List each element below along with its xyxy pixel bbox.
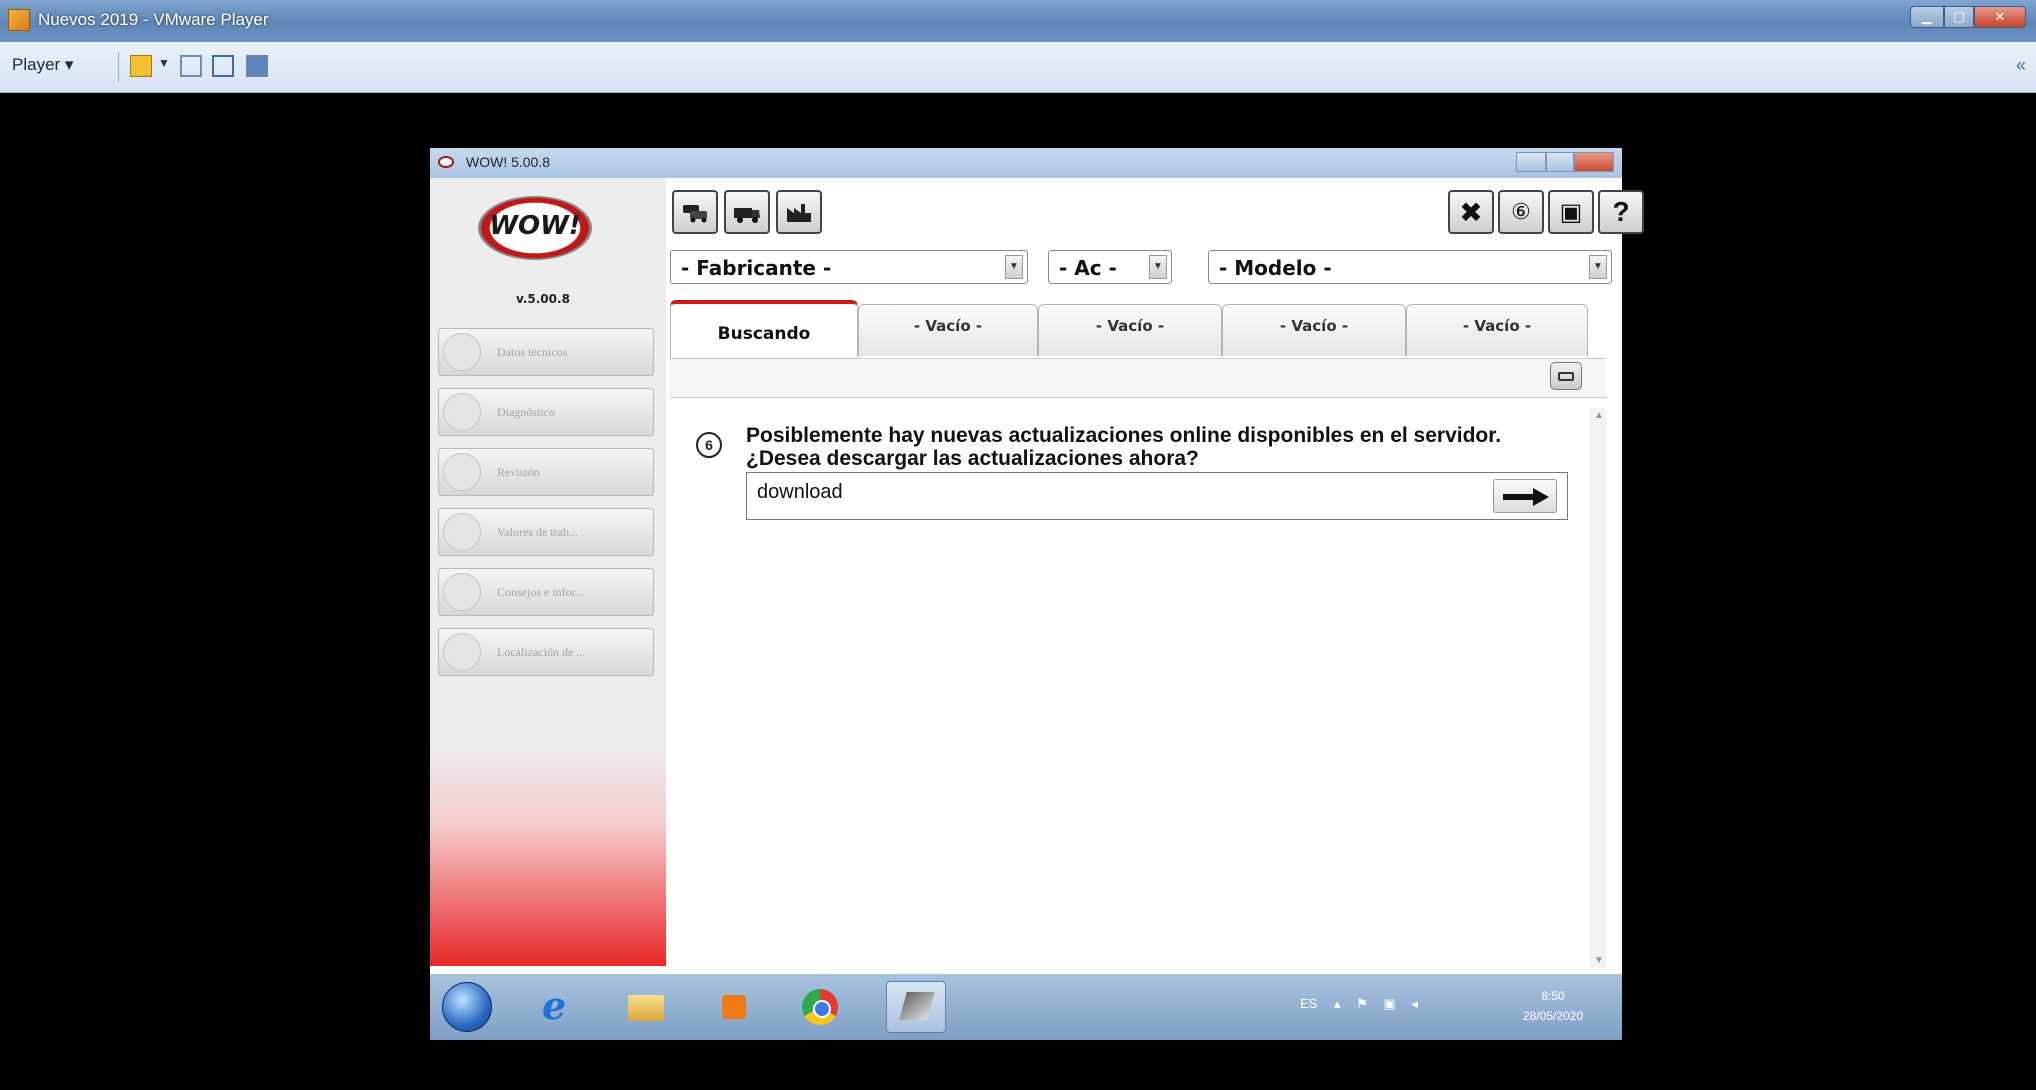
print-button[interactable] xyxy=(1550,362,1582,390)
document-icon xyxy=(443,333,481,371)
locate-icon xyxy=(443,633,481,671)
fabricante-select[interactable]: - Fabricante - ▼ xyxy=(670,250,1028,284)
host-toolbar: Player ▾ ▼ « xyxy=(0,42,2036,93)
nav-valores-de-trabajo[interactable]: Valores de trab... xyxy=(438,508,654,556)
tools-button[interactable]: ✖ xyxy=(1448,190,1494,234)
industry-icon xyxy=(787,204,811,222)
host-window-controls: ▁ ▢ ✕ xyxy=(1910,6,2026,28)
trucks-button[interactable] xyxy=(724,190,770,234)
nav-consejos[interactable]: Consejos e infor... xyxy=(438,568,654,616)
tab-vacio-1[interactable]: - Vacío - xyxy=(858,304,1038,356)
toolbar-divider xyxy=(118,52,119,82)
guest-titlebar: WOW! 5.00.8 xyxy=(430,148,1622,178)
guest-window: WOW! 5.00.8 WOW! v.5.00.8 Datos técnicos… xyxy=(430,148,1644,1040)
nav-revision[interactable]: Revisión xyxy=(438,448,654,496)
clock[interactable]: 8:50 28/05/2020 xyxy=(1510,986,1596,1026)
nav-label: Consejos e infor... xyxy=(497,585,584,599)
media-player-icon[interactable] xyxy=(710,983,758,1031)
industrial-button[interactable] xyxy=(776,190,822,234)
left-panel: WOW! v.5.00.8 Datos técnicos Diagnóstico… xyxy=(430,178,666,966)
clock-time: 8:50 xyxy=(1541,989,1565,1003)
update-button[interactable]: ⑥ xyxy=(1498,190,1544,234)
fabricante-value: - Fabricante - xyxy=(681,256,832,280)
download-arrow-button[interactable] xyxy=(1493,479,1557,513)
chevron-down-icon[interactable]: ▼ xyxy=(1149,255,1167,279)
guest-title: WOW! 5.00.8 xyxy=(466,154,551,170)
wow-small-logo-icon xyxy=(438,156,454,168)
fullscreen-icon[interactable] xyxy=(212,55,234,77)
chevron-down-icon[interactable]: ▼ xyxy=(1589,255,1607,279)
modelo-select[interactable]: - Modelo - ▼ xyxy=(1208,250,1612,284)
results-pane: 6 Posiblemente hay nuevas actualizacione… xyxy=(670,408,1590,968)
nav-label: Datos técnicos xyxy=(497,345,568,359)
guest-minimize-button[interactable] xyxy=(1516,152,1546,172)
scroll-down-icon[interactable]: ▼ xyxy=(1594,955,1604,966)
update-icon: 6 xyxy=(696,432,722,458)
guest-taskbar: e ES ▴ ⚑ ▣ ◂ 8:50 28/05/2020 xyxy=(430,974,1622,1040)
help-button[interactable]: ? xyxy=(1598,190,1644,234)
version-label: v.5.00.8 xyxy=(516,292,570,306)
nav-datos-tecnicos[interactable]: Datos técnicos xyxy=(438,328,654,376)
nav-label: Diagnóstico xyxy=(497,405,555,419)
tab-vacio-2[interactable]: - Vacío - xyxy=(1038,304,1222,356)
nav-localizacion[interactable]: Localización de ... xyxy=(438,628,654,676)
language-indicator[interactable]: ES xyxy=(1300,996,1317,1011)
tab-vacio-3[interactable]: - Vacío - xyxy=(1222,304,1406,356)
maximize-button[interactable]: ▢ xyxy=(1944,6,1974,28)
vmware-icon xyxy=(8,9,30,31)
start-orb-icon[interactable] xyxy=(442,982,492,1032)
search-input[interactable] xyxy=(670,358,1606,398)
chevron-down-icon[interactable]: ▼ xyxy=(1005,255,1023,279)
tab-buscando[interactable]: Buscando xyxy=(670,300,858,358)
nav-label: Revisión xyxy=(497,465,540,479)
help-icon: ? xyxy=(1612,196,1630,227)
download-row[interactable]: download xyxy=(746,472,1568,520)
nav-diagnostico[interactable]: Diagnóstico xyxy=(438,388,654,436)
box-icon: ▣ xyxy=(1559,198,1583,226)
vertical-scrollbar[interactable]: ▲ ▼ xyxy=(1590,408,1606,968)
wrench-icon xyxy=(443,453,481,491)
player-menu[interactable]: Player ▾ xyxy=(12,55,73,75)
tab-vacio-4[interactable]: - Vacío - xyxy=(1406,304,1588,356)
chevron-down-icon[interactable]: ▼ xyxy=(158,56,170,70)
wow-app-icon[interactable] xyxy=(886,981,946,1033)
cars-button[interactable] xyxy=(672,190,718,234)
diagnostic-icon xyxy=(443,393,481,431)
update-icon: ⑥ xyxy=(1511,199,1531,224)
internet-explorer-icon[interactable]: e xyxy=(534,983,582,1031)
collapse-icon[interactable]: « xyxy=(2016,55,2026,76)
cars-icon xyxy=(683,205,707,223)
minimize-button[interactable]: ▁ xyxy=(1910,6,1944,28)
tray-icons[interactable]: ▴ ⚑ ▣ ◂ xyxy=(1334,996,1424,1012)
close-button[interactable]: ✕ xyxy=(1974,6,2026,28)
ac-select[interactable]: - Ac - ▼ xyxy=(1048,250,1172,284)
scroll-up-icon[interactable]: ▲ xyxy=(1594,410,1604,421)
host-titlebar: Nuevos 2019 - VMware Player ▁ ▢ ✕ xyxy=(0,0,2036,42)
power-icon[interactable] xyxy=(130,55,152,77)
wow-logo: WOW! xyxy=(478,196,592,260)
ac-value: - Ac - xyxy=(1059,256,1117,280)
unity-icon[interactable] xyxy=(246,55,268,77)
truck-icon xyxy=(734,208,760,223)
guest-close-button[interactable] xyxy=(1574,152,1614,172)
host-title: Nuevos 2019 - VMware Player xyxy=(38,10,269,29)
nav-label: Valores de trab... xyxy=(497,525,578,539)
chrome-icon[interactable] xyxy=(796,983,844,1031)
guest-window-controls xyxy=(1516,152,1614,172)
folder-icon[interactable] xyxy=(622,983,670,1031)
gauge-icon xyxy=(443,513,481,551)
send-keys-icon[interactable] xyxy=(180,55,202,77)
nav-label: Localización de ... xyxy=(497,645,586,659)
guest-maximize-button[interactable] xyxy=(1546,152,1574,172)
modelo-value: - Modelo - xyxy=(1219,256,1332,280)
bulb-icon xyxy=(443,573,481,611)
printer-icon xyxy=(1558,372,1574,381)
update-message: Posiblemente hay nuevas actualizaciones … xyxy=(746,424,1502,470)
box-button[interactable]: ▣ xyxy=(1548,190,1594,234)
tools-icon: ✖ xyxy=(1459,196,1483,228)
clock-date: 28/05/2020 xyxy=(1522,1009,1584,1023)
arrow-right-icon xyxy=(1503,488,1549,506)
download-label: download xyxy=(757,481,843,503)
